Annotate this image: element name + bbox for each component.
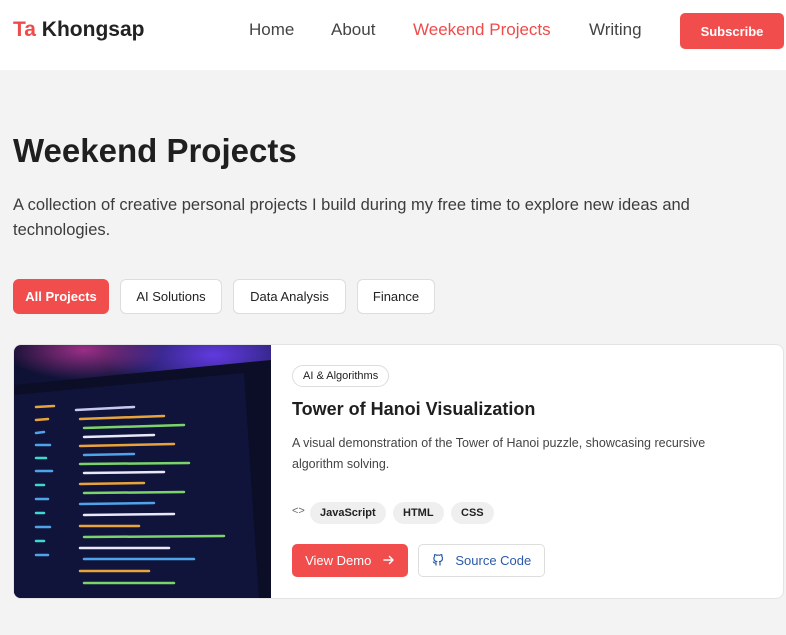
project-category-badge: AI & Algorithms [292, 365, 390, 387]
github-icon [432, 553, 448, 569]
filter-data-analysis[interactable]: Data Analysis [233, 279, 346, 314]
code-icon: <> [292, 505, 305, 517]
page-title: Weekend Projects [13, 132, 297, 169]
filter-finance[interactable]: Finance [357, 279, 435, 314]
filter-ai-solutions[interactable]: AI Solutions [120, 279, 222, 314]
logo-text: Khongsap [41, 18, 145, 41]
page-intro: A collection of creative personal projec… [13, 196, 690, 239]
source-code-button[interactable]: Source Code [418, 544, 545, 577]
filter-all-projects[interactable]: All Projects [13, 279, 109, 314]
nav-weekend-projects[interactable]: Weekend Projects [413, 20, 551, 40]
project-title[interactable]: Tower of Hanoi Visualization [292, 399, 535, 420]
site-header: Ta Khongsap Home About Weekend Projects … [0, 0, 786, 70]
view-demo-label: View Demo [305, 553, 372, 569]
project-image [14, 345, 271, 598]
nav-writing[interactable]: Writing [589, 20, 642, 40]
project-description: A visual demonstration of the Tower of H… [292, 436, 706, 471]
nav-about[interactable]: About [331, 20, 375, 40]
tech-tag: HTML [393, 502, 444, 524]
nav-home[interactable]: Home [249, 20, 294, 40]
tech-tag: CSS [451, 502, 494, 524]
subscribe-button[interactable]: Subscribe [680, 13, 784, 49]
tech-tag: JavaScript [310, 502, 386, 524]
source-code-label: Source Code [455, 553, 532, 569]
code-screen-illustration [14, 345, 271, 598]
project-card: AI & Algorithms Tower of Hanoi Visualiza… [13, 344, 784, 599]
view-demo-button[interactable]: View Demo [292, 544, 408, 577]
logo-accent: Ta [13, 18, 36, 41]
site-logo[interactable]: Ta Khongsap [13, 18, 144, 42]
arrow-right-icon [383, 554, 395, 569]
